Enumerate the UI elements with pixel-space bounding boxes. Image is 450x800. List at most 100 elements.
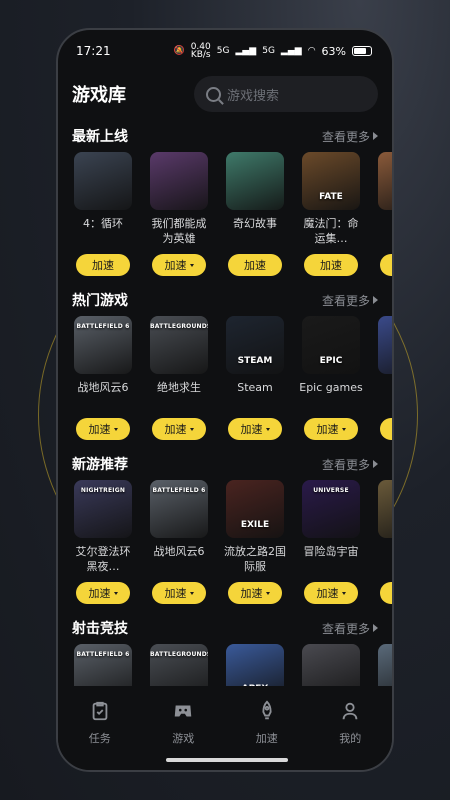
boost-button[interactable]: 加速: [304, 582, 358, 604]
game-card[interactable]: BATTLEFIELD 6 战地风云6 加速: [74, 316, 132, 440]
home-indicator: [166, 758, 288, 762]
boost-button[interactable]: 加速: [228, 254, 282, 276]
boost-button[interactable]: 加速: [228, 418, 282, 440]
game-name: 奇幻故事: [233, 217, 277, 230]
view-more-link[interactable]: 查看更多: [322, 292, 378, 309]
caret-down-icon: [341, 427, 346, 431]
boost-button[interactable]: 加速: [228, 582, 282, 604]
boost-button[interactable]: 加速: [304, 254, 358, 276]
game-card[interactable]: A加速: [375, 316, 392, 440]
game-name: 绝地求生: [157, 381, 201, 394]
view-more-link[interactable]: 查看更多: [322, 128, 378, 145]
status-bar: 17:21 🔕 0.40 KB/s 5G ▂▄▆ 5G ▂▄▆ ◠ 63%: [58, 30, 392, 64]
boost-label: 加速: [244, 259, 266, 272]
game-card[interactable]: BATTLEGROUNDS 绝地求生加速: [150, 316, 208, 440]
cover-logo-text: BATTLEGROUNDS: [150, 651, 208, 658]
boost-label: 加速: [92, 259, 114, 272]
game-name: 偷: [375, 216, 392, 254]
caret-down-icon: [189, 427, 194, 431]
game-row: 4：循环加速我们都能成为英雄加速奇幻故事加速FATE魔法门：命运集…加速偷加速: [58, 152, 392, 276]
boost-button[interactable]: 加速: [380, 418, 392, 440]
game-card[interactable]: BATTLEFIELD 6 战地风云6 加速: [150, 480, 208, 604]
game-card[interactable]: NIGHTREIGN 艾尔登法环 黑夜… 加速: [74, 480, 132, 604]
game-cover: EXILE: [226, 480, 284, 538]
game-sections: 最新上线 查看更多 4：循环 加速 我们都能成为英雄 加速奇幻故事加速 FATE 魔法门：命运…: [58, 126, 392, 746]
net-5g-1: 5G: [216, 46, 230, 56]
cover-logo-text: NIGHTREIGN: [80, 487, 126, 494]
tab-task[interactable]: 任务: [70, 700, 130, 770]
caret-down-icon: [265, 427, 270, 431]
game-card[interactable]: 奇幻故事 加速: [226, 152, 284, 276]
wifi-icon: ◠: [307, 46, 316, 56]
game-name: Epic games: [299, 381, 363, 394]
search-placeholder: 游戏搜索: [227, 88, 280, 104]
boost-button[interactable]: 加速: [76, 582, 130, 604]
section: 新游推荐 查看更多 NIGHTREIGN 艾尔登法环 黑夜… 加速 BATTLEFIELD…: [58, 454, 392, 604]
chevron-right-icon: [373, 296, 378, 304]
cover-logo-text: FATE: [319, 192, 343, 202]
section-header: 新游推荐 查看更多: [58, 454, 392, 474]
boost-button[interactable]: 加速: [76, 254, 130, 276]
gamepad-icon: [175, 705, 192, 717]
tab-games-label: 游戏: [172, 732, 195, 745]
boost-button[interactable]: 加速: [152, 418, 206, 440]
search-input[interactable]: 游戏搜索: [194, 76, 378, 112]
game-card[interactable]: 偷加速: [375, 152, 392, 276]
boost-button[interactable]: 加速: [380, 254, 392, 276]
game-name: A: [375, 380, 392, 418]
boost-button[interactable]: 加速: [304, 418, 358, 440]
mute-icon: 🔕: [173, 46, 185, 56]
section: 热门游戏 查看更多 BATTLEFIELD 6 战地风云6 加速 BATTLEGROUND…: [58, 290, 392, 440]
chevron-right-icon: [373, 624, 378, 632]
game-name: 艾尔登法环 黑夜…: [75, 545, 131, 573]
game-cover: [378, 480, 392, 538]
game-name: Steam: [237, 381, 273, 394]
game-cover: BATTLEGROUNDS: [150, 316, 208, 374]
game-cover: EPIC: [302, 316, 360, 374]
network-speed: 0.40 KB/s: [190, 42, 211, 60]
view-more-link[interactable]: 查看更多: [322, 456, 378, 473]
chevron-right-icon: [373, 460, 378, 468]
boost-label: 加速: [164, 423, 187, 436]
view-more-link[interactable]: 查看更多: [322, 620, 378, 637]
game-card[interactable]: FATE 魔法门：命运集… 加速: [302, 152, 360, 276]
section-title: 射击竞技: [72, 621, 128, 637]
boost-button[interactable]: 加速: [76, 418, 130, 440]
game-cover: STEAM: [226, 316, 284, 374]
game-card[interactable]: STEAM Steam 加速: [226, 316, 284, 440]
game-cover: NIGHTREIGN: [74, 480, 132, 538]
boost-button[interactable]: 加速: [380, 582, 392, 604]
game-cover: [378, 316, 392, 374]
section-header: 最新上线 查看更多: [58, 126, 392, 146]
cover-logo-text: BATTLEGROUNDS: [150, 323, 208, 330]
boost-label: 加速: [320, 259, 342, 272]
boost-button[interactable]: 加速: [152, 254, 206, 276]
boost-button[interactable]: 加速: [152, 582, 206, 604]
status-time: 17:21: [76, 44, 111, 58]
header: 游戏库 游戏搜索: [58, 64, 392, 112]
game-card[interactable]: 我们都能成为英雄 加速: [150, 152, 208, 276]
game-cover: [150, 152, 208, 210]
game-card[interactable]: 绝加速: [375, 480, 392, 604]
cover-logo-text: STEAM: [237, 356, 273, 366]
rocket-icon: [262, 700, 272, 720]
cover-logo-text: BATTLEFIELD 6: [76, 323, 130, 330]
game-card[interactable]: EPIC Epic games 加速: [299, 316, 363, 440]
boost-label: 加速: [240, 423, 263, 436]
game-cover: UNIVERSE: [302, 480, 360, 538]
game-card[interactable]: UNIVERSE 冒险岛宇宙 加速: [302, 480, 360, 604]
game-name: 魔法门：命运集…: [303, 217, 359, 245]
game-cover: [226, 152, 284, 210]
game-cover: BATTLEFIELD 6: [74, 316, 132, 374]
game-name: 战地风云6: [153, 545, 205, 558]
game-card[interactable]: 4：循环 加速: [74, 152, 132, 276]
game-name: 流放之路2国际服: [224, 545, 286, 573]
game-name: 绝: [375, 544, 392, 582]
game-card[interactable]: EXILE 流放之路2国际服加速: [224, 480, 286, 604]
section-title: 热门游戏: [72, 293, 128, 309]
net-5g-2: 5G: [262, 46, 275, 56]
boost-label: 加速: [164, 587, 187, 600]
caret-down-icon: [113, 591, 118, 595]
battery-icon: [352, 46, 372, 56]
tab-mine[interactable]: 我的: [320, 700, 380, 770]
